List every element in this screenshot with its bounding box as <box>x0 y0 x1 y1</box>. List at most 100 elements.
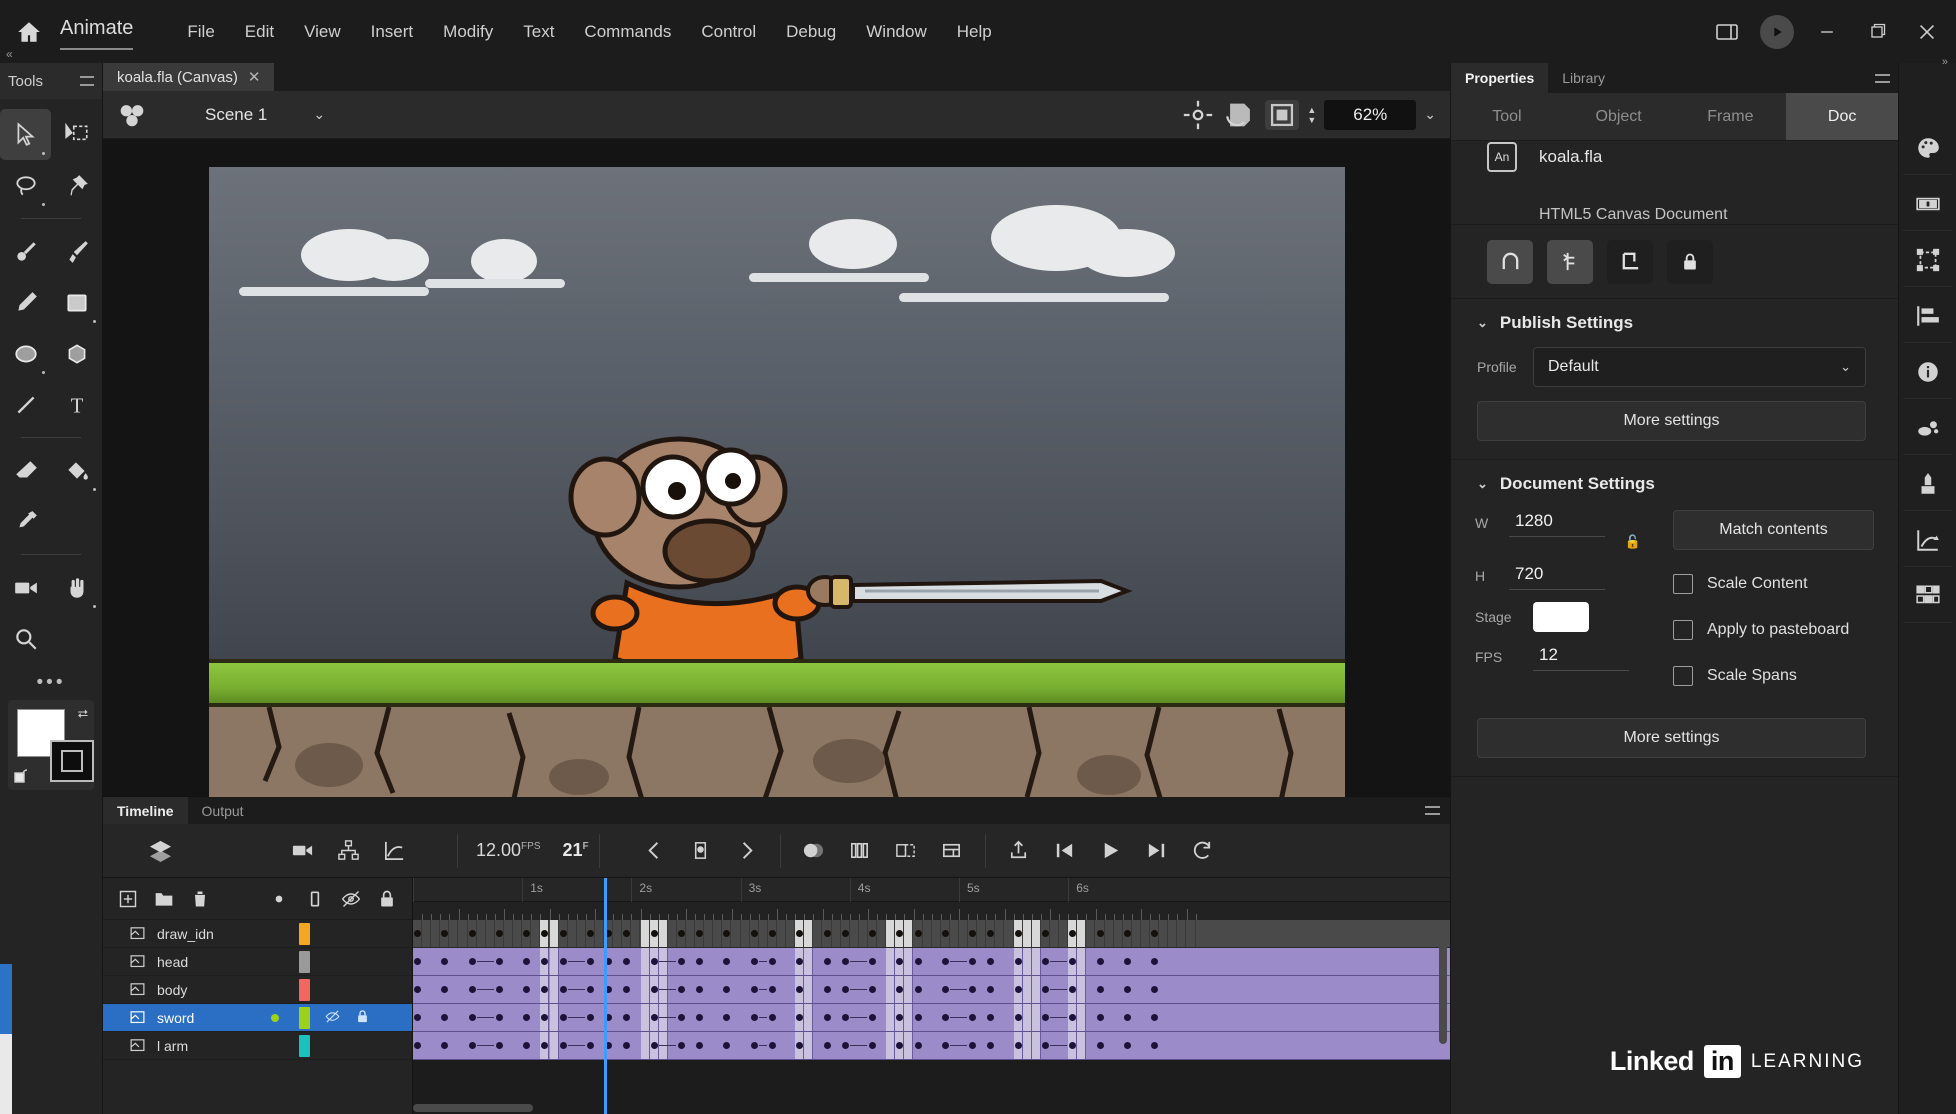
eraser-tool[interactable] <box>0 445 51 496</box>
bone-pin-tool[interactable] <box>51 160 102 211</box>
keyframe-marker[interactable] <box>942 986 949 993</box>
properties-panel-menu-icon[interactable] <box>1875 74 1890 83</box>
lock-icon[interactable] <box>355 1009 370 1027</box>
layer-row[interactable]: draw_idn <box>103 920 412 948</box>
keyframe-marker[interactable] <box>651 958 658 965</box>
keyframe-marker[interactable] <box>623 1042 630 1049</box>
menu-commands[interactable]: Commands <box>570 16 685 48</box>
keyframe-marker[interactable] <box>915 1042 922 1049</box>
chevron-down-icon[interactable]: ⌄ <box>1477 476 1488 492</box>
keyframe-marker[interactable] <box>751 1014 758 1021</box>
menu-debug[interactable]: Debug <box>772 16 850 48</box>
subtab-object[interactable]: Object <box>1563 93 1675 140</box>
minimize-icon[interactable] <box>1804 9 1850 55</box>
keyframe-marker[interactable] <box>1015 1014 1022 1021</box>
onion-skin-outlines-icon[interactable] <box>837 828 883 874</box>
keyframe-marker[interactable] <box>969 986 976 993</box>
snap-to-grid-icon[interactable] <box>1607 240 1653 284</box>
actions-icon[interactable] <box>1903 457 1953 511</box>
frame-row[interactable] <box>413 1032 1450 1060</box>
layer-row-selected[interactable]: sword <box>103 1004 412 1032</box>
keyframe-marker[interactable] <box>623 958 630 965</box>
keyframe-marker[interactable] <box>523 958 530 965</box>
play-test-movie-icon[interactable] <box>1754 9 1800 55</box>
hand-tool[interactable] <box>51 562 102 613</box>
frame-row[interactable] <box>413 920 1450 948</box>
keyframe-marker[interactable] <box>1015 986 1022 993</box>
keyframe-marker[interactable] <box>1097 958 1104 965</box>
keyframe-marker[interactable] <box>696 1042 703 1049</box>
chevron-down-icon[interactable]: ⌄ <box>1477 315 1488 331</box>
oval-tool[interactable] <box>0 328 51 379</box>
keyframe-marker[interactable] <box>469 986 476 993</box>
stage-color-swatch[interactable] <box>1533 602 1589 632</box>
canvas-stage[interactable] <box>209 167 1345 809</box>
keyframe-marker[interactable] <box>560 958 567 965</box>
workspace-switcher-icon[interactable] <box>1704 9 1750 55</box>
keyframe-marker[interactable] <box>1042 986 1049 993</box>
keyframe-marker[interactable] <box>1124 958 1131 965</box>
keyframe-marker[interactable] <box>587 986 594 993</box>
keyframe-marker[interactable] <box>842 1014 849 1021</box>
keyframe-marker[interactable] <box>651 930 658 937</box>
keyframe-marker[interactable] <box>751 930 758 937</box>
rectangle-tool[interactable] <box>51 277 102 328</box>
unlock-aspect-icon[interactable]: 🔓 <box>1625 534 1641 550</box>
frame-row[interactable] <box>413 976 1450 1004</box>
keyframe-marker[interactable] <box>942 930 949 937</box>
keyframe-marker[interactable] <box>987 958 994 965</box>
keyframe-marker[interactable] <box>469 1042 476 1049</box>
assets-icon[interactable] <box>1903 401 1953 455</box>
timeline-ruler[interactable]: 1s2s3s4s5s6s <box>413 878 1450 902</box>
current-frame-display[interactable]: 21F <box>563 840 589 861</box>
clover-symbol-icon[interactable] <box>115 98 149 132</box>
keyframe-marker[interactable] <box>1151 986 1158 993</box>
keyframe-marker[interactable] <box>824 1014 831 1021</box>
keyframe-marker[interactable] <box>587 930 594 937</box>
keyframe-marker[interactable] <box>1124 1014 1131 1021</box>
keyframe-marker[interactable] <box>915 958 922 965</box>
keyframe-marker[interactable] <box>496 930 503 937</box>
scale-content-checkbox-row[interactable]: Scale Content <box>1673 574 1874 594</box>
tab-library[interactable]: Library <box>1548 63 1619 93</box>
keyframe-marker[interactable] <box>869 930 876 937</box>
camera-tool[interactable] <box>0 562 51 613</box>
snap-align-icon[interactable] <box>1547 240 1593 284</box>
keyframe-marker[interactable] <box>587 1014 594 1021</box>
keyframe-marker[interactable] <box>414 930 421 937</box>
zoom-tool[interactable] <box>0 613 51 664</box>
subtab-frame[interactable]: Frame <box>1675 93 1787 140</box>
tab-properties[interactable]: Properties <box>1451 63 1548 93</box>
keyframe-marker[interactable] <box>496 958 503 965</box>
apply-to-pasteboard-checkbox[interactable] <box>1673 620 1693 640</box>
default-colors-icon[interactable] <box>14 768 32 786</box>
info-icon[interactable] <box>1903 345 1953 399</box>
menu-window[interactable]: Window <box>852 16 940 48</box>
keyframe-marker[interactable] <box>441 1042 448 1049</box>
keyframe-marker[interactable] <box>723 1042 730 1049</box>
keyframe-marker[interactable] <box>560 930 567 937</box>
menu-text[interactable]: Text <box>509 16 568 48</box>
keyframe-marker[interactable] <box>469 930 476 937</box>
document-more-settings-button[interactable]: More settings <box>1477 718 1866 758</box>
height-input[interactable]: 720 <box>1509 561 1605 590</box>
keyframe-marker[interactable] <box>587 1042 594 1049</box>
keyframe-marker[interactable] <box>942 958 949 965</box>
publish-more-settings-button[interactable]: More settings <box>1477 401 1866 441</box>
menu-insert[interactable]: Insert <box>357 16 428 48</box>
stroke-color-swatch[interactable] <box>50 740 94 782</box>
keyframe-marker[interactable] <box>651 1042 658 1049</box>
prev-keyframe-icon[interactable] <box>632 828 678 874</box>
transform-icon[interactable] <box>1903 233 1953 287</box>
keyframe-marker[interactable] <box>623 986 630 993</box>
zoom-input[interactable]: 62% <box>1324 100 1416 130</box>
paint-brush-tool[interactable] <box>51 226 102 277</box>
components-icon[interactable] <box>1903 569 1953 623</box>
keyframe-marker[interactable] <box>560 1042 567 1049</box>
layer-depth-icon[interactable] <box>137 828 183 874</box>
keyframe-marker[interactable] <box>1097 1014 1104 1021</box>
keyframe-marker[interactable] <box>1097 1042 1104 1049</box>
text-tool[interactable]: T <box>51 379 102 430</box>
brush-tool[interactable] <box>0 226 51 277</box>
fps-input[interactable]: 12 <box>1533 642 1629 671</box>
